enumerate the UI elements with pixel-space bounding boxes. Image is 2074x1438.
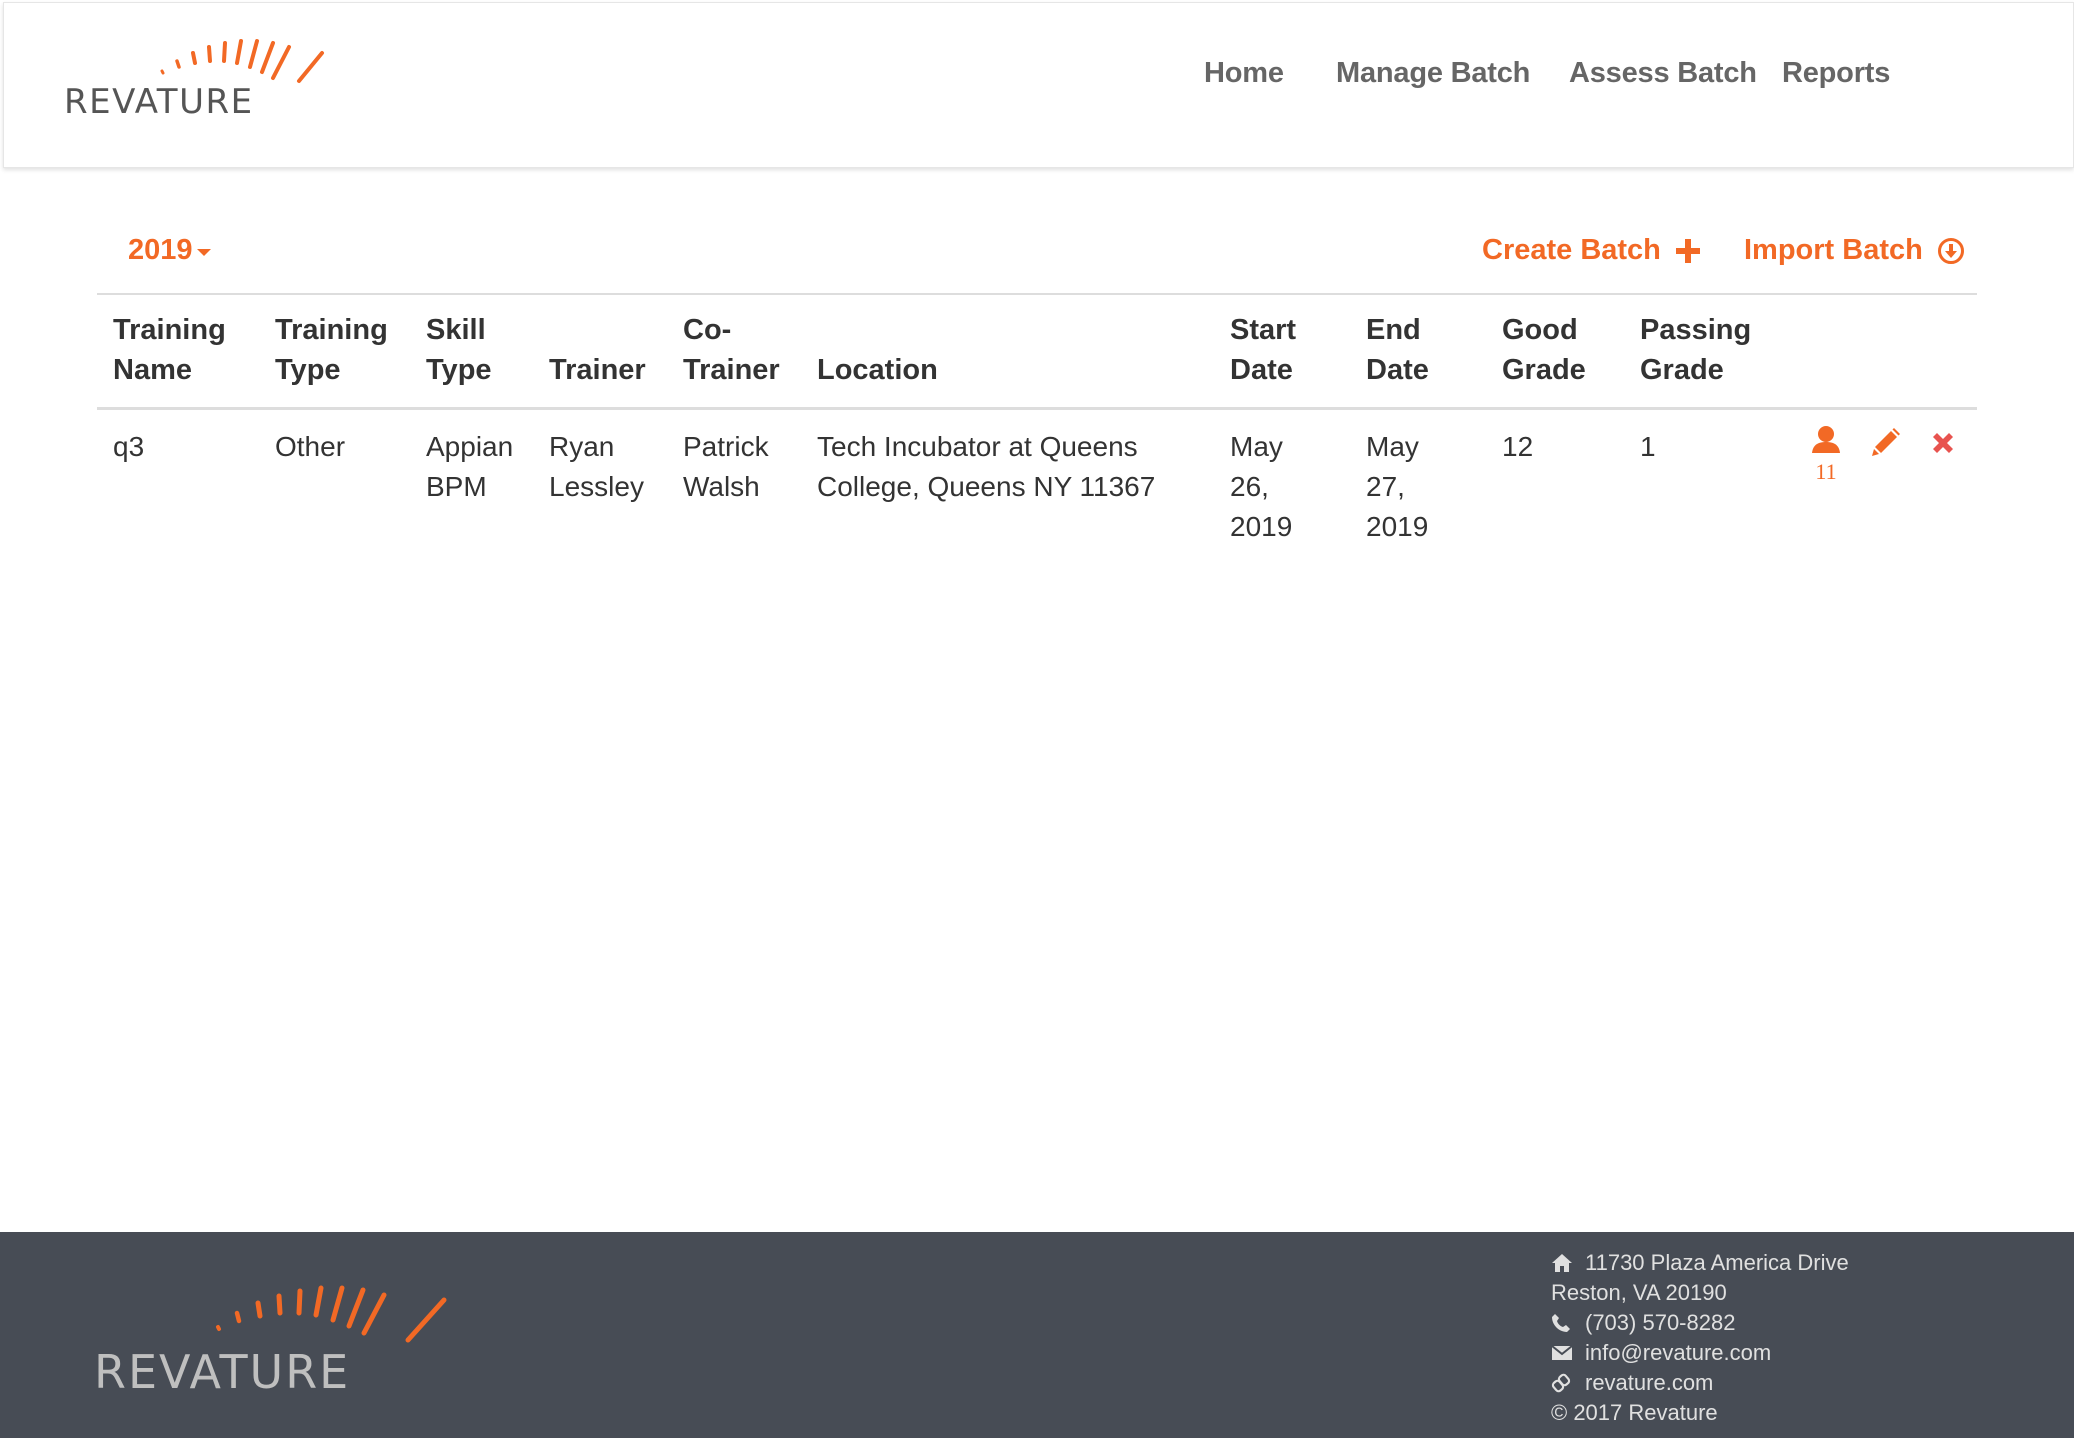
cell-start-date: May 26, 2019 <box>1230 431 1293 542</box>
cell-location: Tech Incubator at Queens College, Queens … <box>817 431 1156 502</box>
header-training-type[interactable]: Training Type <box>275 310 388 390</box>
header-end-date[interactable]: End Date <box>1366 310 1429 390</box>
copyright-line: © 2017 Revature <box>1551 1398 2051 1428</box>
link-icon <box>1551 1373 1575 1393</box>
year-dropdown[interactable]: 2019 <box>128 234 211 267</box>
cell-passing-grade: 1 <box>1640 431 1656 462</box>
copyright-text: © 2017 Revature <box>1551 1400 1718 1425</box>
nav-manage-batch[interactable]: Manage Batch <box>1336 57 1530 90</box>
nav-assess-batch[interactable]: Assess Batch <box>1569 57 1757 90</box>
home-icon <box>1551 1253 1575 1273</box>
header-start-date[interactable]: Start Date <box>1230 310 1296 390</box>
website-line: revature.com <box>1551 1368 2051 1398</box>
caret-down-icon <box>196 249 211 256</box>
create-batch-button[interactable]: Create Batch <box>1482 234 1701 267</box>
cell-end-date: May 27, 2019 <box>1366 431 1429 542</box>
email-link[interactable]: info@revature.com <box>1585 1340 1771 1366</box>
trainee-count: 11 <box>1815 459 1837 484</box>
year-dropdown-label: 2019 <box>128 234 193 266</box>
delete-batch-button[interactable] <box>1930 430 1956 461</box>
header-good-grade[interactable]: Good Grade <box>1502 310 1586 390</box>
cell-training-name: q3 <box>113 431 145 462</box>
circle-download-icon <box>1937 237 1964 264</box>
header-location[interactable]: Location <box>817 350 938 390</box>
cell-training-type: Other <box>275 431 346 462</box>
page-footer: REVATURE 11730 Plaza America Drive Resto… <box>0 1232 2074 1438</box>
cell-co-trainer: Patrick Walsh <box>683 431 769 502</box>
cell-trainer: Ryan Lessley <box>549 431 644 502</box>
cell-good-grade: 12 <box>1502 431 1534 462</box>
header-training-name[interactable]: Training Name <box>113 310 226 390</box>
import-batch-button[interactable]: Import Batch <box>1744 234 1965 267</box>
main-nav: Home Manage Batch Assess Batch Reports <box>4 57 2073 97</box>
phone-icon <box>1551 1313 1575 1333</box>
header-co-trainer[interactable]: Co- Trainer <box>683 310 780 390</box>
footer-revature-logo[interactable]: REVATURE <box>94 1276 454 1396</box>
edit-batch-button[interactable] <box>1870 428 1900 463</box>
top-navbar: REVATURE Home Manage Batch Assess Batch … <box>3 2 2074 168</box>
cell-skill-type: Appian BPM <box>426 431 514 502</box>
email-line: info@revature.com <box>1551 1338 2051 1368</box>
svg-text:REVATURE: REVATURE <box>94 1345 350 1396</box>
table-header-border <box>97 407 1977 410</box>
envelope-icon <box>1551 1345 1575 1361</box>
close-icon <box>1933 433 1953 453</box>
header-trainer[interactable]: Trainer <box>549 350 646 390</box>
table-top-border <box>97 293 1977 295</box>
view-trainees-button[interactable]: 11 <box>1808 424 1844 483</box>
plus-icon <box>1675 238 1700 263</box>
footer-contact: 11730 Plaza America Drive Reston, VA 201… <box>1551 1248 2051 1428</box>
pencil-icon <box>1872 428 1900 456</box>
website-link[interactable]: revature.com <box>1585 1370 1713 1396</box>
phone-line: (703) 570-8282 <box>1551 1308 2051 1338</box>
header-skill-type[interactable]: Skill Type <box>426 310 492 390</box>
address-line-1: 11730 Plaza America Drive <box>1551 1248 2051 1278</box>
address-line-2: Reston, VA 20190 <box>1551 1280 1727 1305</box>
import-batch-label: Import Batch <box>1744 234 1923 266</box>
nav-home[interactable]: Home <box>1204 57 1284 90</box>
create-batch-label: Create Batch <box>1482 234 1661 266</box>
user-icon <box>1812 426 1840 453</box>
footer-revature-logo-mark: REVATURE <box>94 1285 447 1396</box>
nav-reports[interactable]: Reports <box>1782 57 1890 90</box>
header-passing-grade[interactable]: Passing Grade <box>1640 310 1751 390</box>
row-actions: 11 <box>1808 424 1978 494</box>
